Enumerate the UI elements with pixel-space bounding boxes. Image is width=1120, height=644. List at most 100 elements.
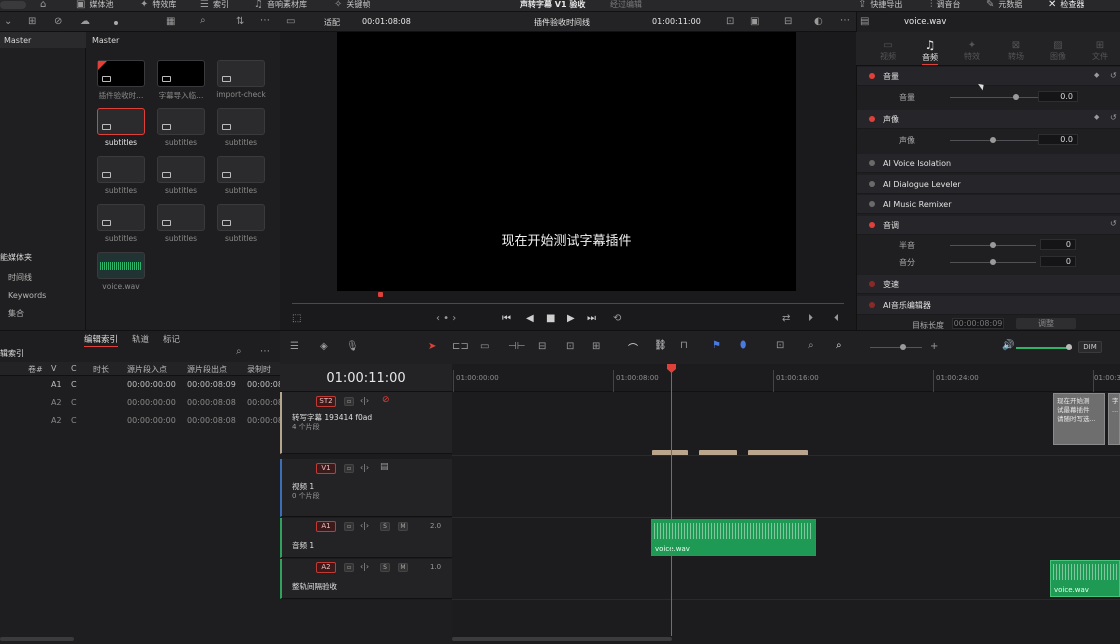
zoom-in-icon[interactable]: +: [930, 341, 938, 352]
cents-slider-knob[interactable]: [990, 259, 996, 265]
tab-video[interactable]: ▭ 视频: [880, 40, 896, 62]
tab-audio[interactable]: ♫ 音频: [922, 38, 938, 65]
clip-thumb-subtitles[interactable]: [157, 204, 205, 231]
volume-value-field[interactable]: 0.0: [1038, 91, 1078, 102]
link-icon[interactable]: ⊘: [54, 16, 62, 27]
reset-icon[interactable]: ↺: [1110, 113, 1117, 122]
enable-dot[interactable]: [869, 302, 875, 308]
smart-bin-timeline[interactable]: 时间线: [8, 272, 32, 283]
snap-icon[interactable]: ◈: [320, 341, 328, 352]
transform-icon[interactable]: ⬚: [292, 313, 301, 324]
tab-tracks[interactable]: 轨道: [132, 333, 149, 345]
reset-icon[interactable]: ↺: [1110, 219, 1117, 228]
skip-start-icon[interactable]: ⏮: [502, 313, 511, 324]
loop-icon[interactable]: ⟲: [613, 313, 621, 324]
blade-tool-icon[interactable]: ▭: [480, 341, 489, 352]
zoom-slider-knob[interactable]: [900, 344, 906, 350]
ai-dialogue-leveler-row[interactable]: AI Dialogue Leveler: [857, 175, 1120, 194]
metadata-view-icon[interactable]: ⊞: [28, 16, 36, 27]
table-row[interactable]: A1 C 00:00:00:00 00:00:08:09 00:00:08: [0, 378, 283, 392]
flag-icon[interactable]: ⚑: [712, 340, 721, 351]
video-monitor-icon[interactable]: ▤: [380, 462, 389, 472]
target-length-field[interactable]: 00:00:08:09: [952, 318, 1004, 329]
enable-dot[interactable]: [869, 116, 875, 122]
lock-icon[interactable]: ⊓: [680, 340, 688, 351]
keyframe-diamond-icon[interactable]: ◆: [1094, 71, 1099, 79]
clip-thumb-subtitles[interactable]: [217, 204, 265, 231]
track-header-st2[interactable]: ST2 ▫ ‹|› ⊘ 转写字幕 193414 f0ad 4 个片段: [280, 392, 452, 454]
effects-tab[interactable]: ✦ 特效库: [140, 0, 176, 11]
audio-clip-voice-wav[interactable]: voice.wav: [1050, 560, 1120, 597]
color-icon[interactable]: ◐: [814, 16, 823, 27]
track-header-v1[interactable]: V1 ▫ ‹|› ▤ 视频 1 0 个片段: [280, 459, 452, 517]
lock-track-icon[interactable]: ▫: [344, 563, 354, 572]
table-row[interactable]: A2 C 00:00:00:00 00:00:08:08 00:00:08: [0, 414, 283, 428]
clip-thumb-subtitles[interactable]: [217, 156, 265, 183]
track-header-a2[interactable]: A2 ▫ ‹|› S M 1.0 整轨间隔验收: [280, 559, 452, 599]
subtitle-clip[interactable]: 字 ...: [1108, 393, 1120, 445]
clip-thumb-timeline-2[interactable]: [157, 60, 205, 87]
subtitle-disabled-icon[interactable]: ⊘: [382, 395, 390, 405]
jog-bar[interactable]: [292, 303, 844, 304]
mixer-button[interactable]: ⫶ 调音台: [930, 0, 961, 11]
index-tab[interactable]: ☰ 索引: [200, 0, 229, 11]
lock-track-icon[interactable]: ▫: [344, 522, 354, 531]
thumb-size-slider[interactable]: [114, 21, 118, 25]
selection-tool-icon[interactable]: ➤: [428, 341, 436, 352]
ai-music-remixer-row[interactable]: AI Music Remixer: [857, 195, 1120, 214]
speaker-icon[interactable]: 🔊: [1002, 340, 1014, 351]
enable-dot[interactable]: [869, 73, 875, 79]
play-reverse-icon[interactable]: ◀: [526, 313, 534, 324]
timeline-scrollbar[interactable]: [452, 637, 672, 641]
clip-thumb-timeline-1[interactable]: [97, 60, 145, 87]
speed-change-row[interactable]: 变速: [857, 275, 1120, 294]
keyframes-tab[interactable]: ✧ 关键帧: [334, 0, 370, 11]
adjust-button[interactable]: 调整: [1016, 318, 1076, 329]
clip-thumb-voice-wav[interactable]: [97, 252, 145, 279]
sound-library-tab[interactable]: ♫ 音响素材库: [254, 0, 307, 11]
skip-end-icon[interactable]: ⏭: [587, 313, 596, 324]
tab-image[interactable]: ▨ 图像: [1050, 40, 1066, 62]
stop-icon[interactable]: ■: [546, 313, 555, 324]
zoom-detail-icon[interactable]: ⌕: [808, 340, 814, 351]
enable-dot[interactable]: [869, 222, 875, 228]
col-reel[interactable]: 卷#: [28, 364, 43, 375]
linked-selection-icon[interactable]: ⛓: [654, 340, 667, 351]
semitone-slider-knob[interactable]: [990, 242, 996, 248]
smart-bin-collections[interactable]: 集合: [8, 308, 24, 319]
col-duration[interactable]: 时长: [93, 364, 109, 375]
inspector-button[interactable]: ✕ 检查器: [1048, 0, 1084, 11]
next-clip-icon[interactable]: ⏵: [808, 313, 813, 324]
overlay-icon[interactable]: ⊟: [784, 16, 792, 27]
enable-dot[interactable]: [869, 281, 875, 287]
col-source-in[interactable]: 源片段入点: [127, 364, 167, 375]
solo-button[interactable]: S: [380, 522, 390, 531]
zoom-slider-track[interactable]: [870, 347, 922, 348]
dynamic-trim-icon[interactable]: ⊣⊢: [508, 341, 525, 352]
search-icon[interactable]: ⌕: [200, 15, 206, 26]
master-volume-knob[interactable]: [1066, 344, 1072, 350]
cents-value-field[interactable]: 0: [1040, 256, 1076, 267]
dim-button[interactable]: DIM: [1078, 341, 1102, 353]
auto-select-icon[interactable]: ‹|›: [360, 562, 369, 571]
prev-clip-icon[interactable]: ⏴: [834, 313, 839, 324]
mute-button[interactable]: M: [398, 522, 408, 531]
pan-slider-track[interactable]: [950, 140, 1044, 141]
lock-track-icon[interactable]: ▫: [344, 464, 354, 473]
microphone-icon[interactable]: 🎙: [346, 341, 359, 352]
grid-view-icon[interactable]: ▦: [166, 16, 175, 27]
auto-select-icon[interactable]: ‹|›: [360, 521, 369, 530]
match-frame-icon[interactable]: ⇄: [782, 313, 790, 324]
more-icon[interactable]: ⋯: [260, 346, 270, 357]
fit-dropdown[interactable]: 适配: [324, 17, 340, 28]
video-canvas[interactable]: 现在开始测试字幕插件: [337, 32, 796, 291]
col-record[interactable]: 录制时: [247, 364, 271, 375]
enable-dot[interactable]: [869, 201, 875, 207]
tab-markers[interactable]: 标记: [163, 333, 180, 345]
snapping-icon[interactable]: ⌒: [628, 340, 638, 355]
insert-icon[interactable]: ⊟: [538, 341, 546, 352]
left-edge-pill[interactable]: [0, 0, 26, 11]
col-c[interactable]: C: [71, 364, 77, 373]
table-row[interactable]: A2 C 00:00:00:00 00:00:08:08 00:00:08: [0, 396, 283, 410]
pan-value-field[interactable]: 0.0: [1038, 134, 1078, 145]
